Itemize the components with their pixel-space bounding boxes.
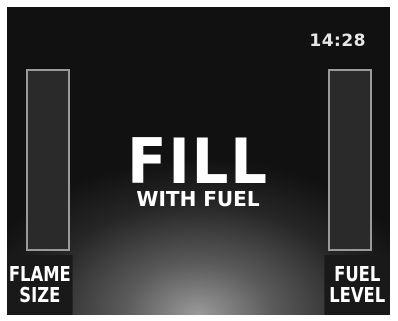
- flame-size-label-line1: FLAME: [8, 262, 71, 286]
- headline-text: FILL: [127, 125, 269, 198]
- flame-size-gauge: [26, 69, 70, 251]
- flame-size-button[interactable]: FLAME SIZE: [7, 255, 73, 315]
- fuel-level-button[interactable]: FUEL LEVEL: [324, 255, 390, 315]
- fuel-level-gauge: [328, 69, 372, 251]
- fuel-level-label-line2: LEVEL: [329, 283, 386, 307]
- status-message: FILL WITH FUEL: [113, 125, 283, 210]
- fuel-level-label-line1: FUEL: [334, 262, 381, 286]
- flame-size-label-line2: SIZE: [19, 283, 61, 307]
- clock: 14:28: [309, 31, 366, 51]
- display-screen: 14:28 FILL WITH FUEL FLAME SIZE FUEL LEV…: [7, 7, 390, 315]
